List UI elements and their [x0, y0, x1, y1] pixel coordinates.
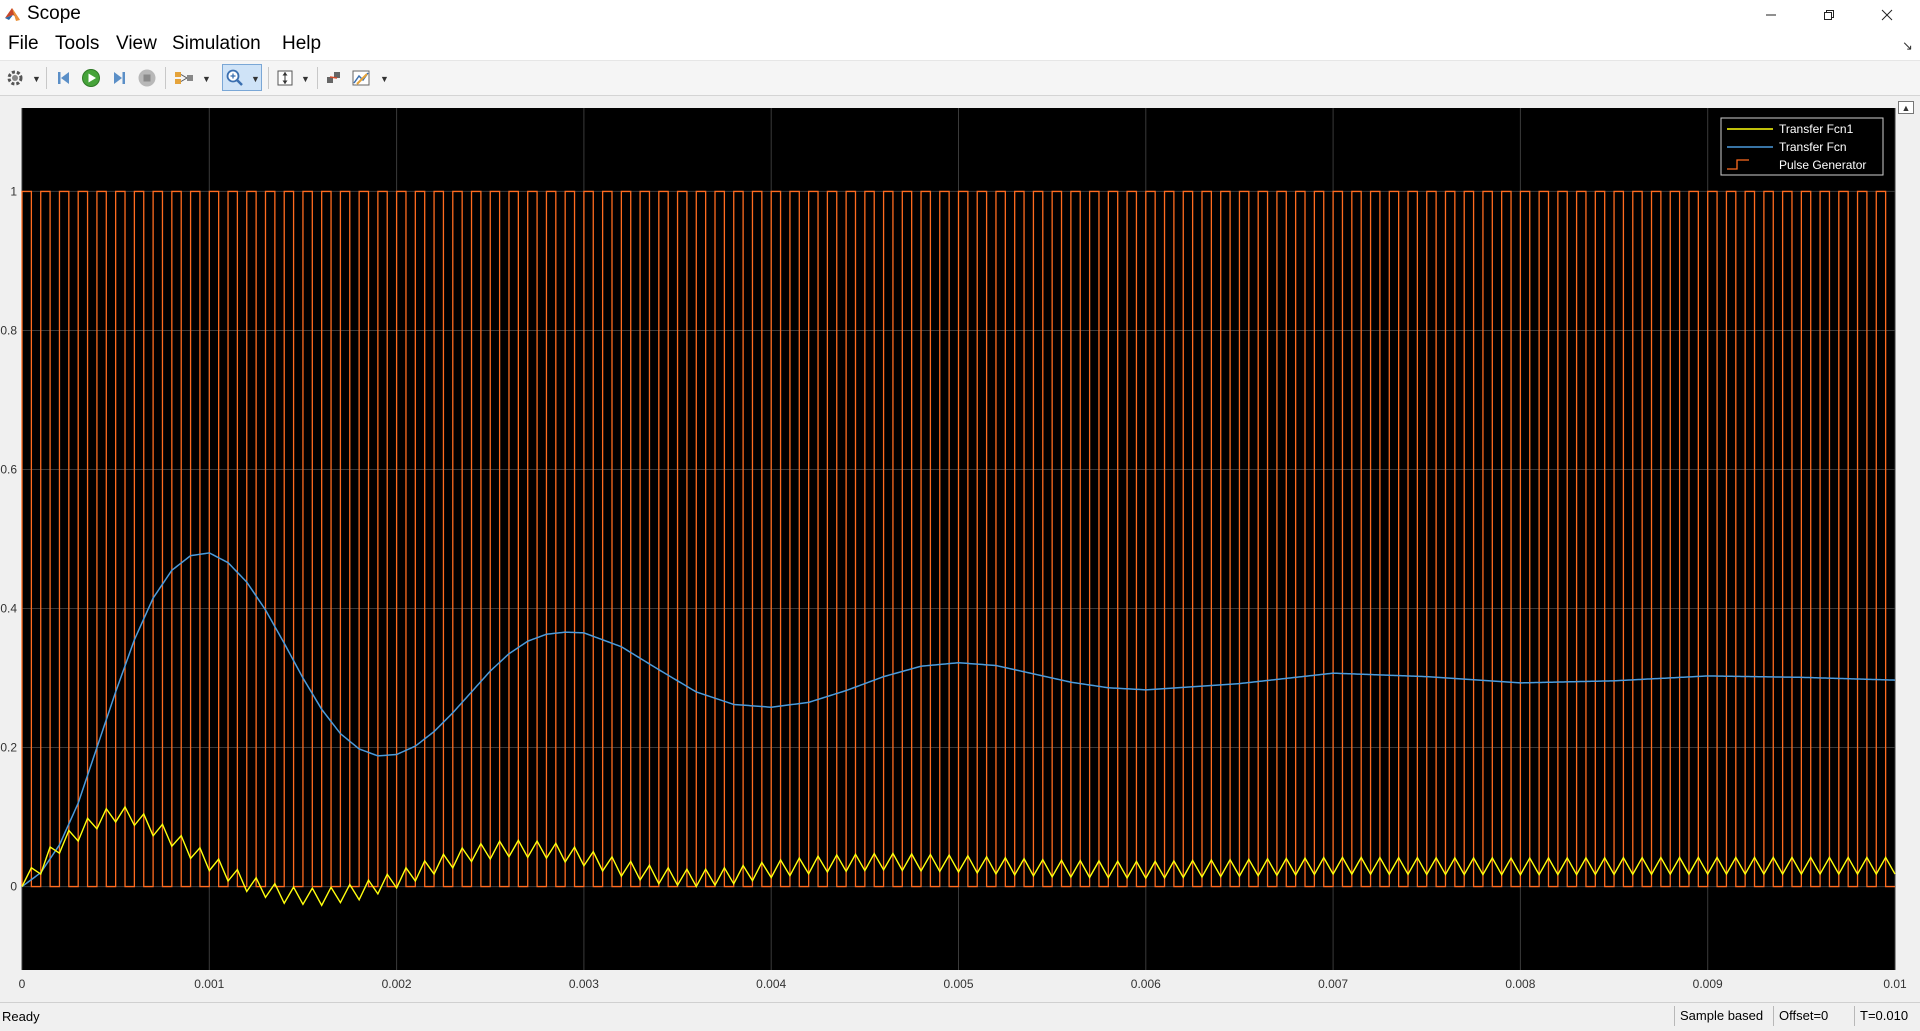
scope-chart[interactable]: 0 0.001 0.002 0.003 0.004 0.005 0.006 0.007 0.00… — [0, 96, 1920, 1002]
x-tick-label: 0 — [19, 977, 26, 991]
y-tick-label: 0 — [10, 880, 17, 894]
close-button[interactable] — [1858, 0, 1916, 30]
zoom-dropdown-icon[interactable]: ▼ — [251, 74, 260, 84]
menu-help[interactable]: Help — [282, 33, 321, 55]
status-sample-mode: Sample based — [1674, 1006, 1768, 1026]
stop-icon — [138, 69, 156, 87]
stop-button[interactable] — [136, 66, 158, 90]
x-tick-label: 0.002 — [382, 977, 412, 991]
legend-label: Pulse Generator — [1779, 158, 1866, 172]
autoscale-dropdown-icon[interactable]: ▼ — [301, 74, 310, 84]
minimize-icon — [1766, 14, 1776, 16]
restore-button[interactable] — [1800, 0, 1858, 30]
status-offset: Offset=0 — [1773, 1006, 1833, 1026]
y-tick-label: 0.2 — [0, 741, 17, 755]
x-tick-label: 0.005 — [943, 977, 973, 991]
signal-selector-icon — [175, 72, 193, 84]
step-forward-button[interactable] — [108, 66, 130, 90]
autoscale-icon — [277, 70, 293, 86]
title-bar: Scope — [0, 0, 1920, 30]
x-tick-label: 0.001 — [194, 977, 224, 991]
measure-dropdown-icon[interactable]: ▼ — [380, 74, 389, 84]
cursor-measure-icon — [352, 70, 370, 86]
y-tick-label: 0.4 — [0, 602, 17, 616]
legend-label: Transfer Fcn — [1779, 140, 1847, 154]
menu-view[interactable]: View — [116, 33, 157, 55]
cursor-measure-button[interactable] — [350, 66, 374, 90]
step-back-button[interactable] — [53, 66, 75, 90]
restore-icon — [1824, 10, 1834, 20]
status-time: T=0.010 — [1854, 1006, 1913, 1026]
y-tick-label: 0.8 — [0, 323, 17, 337]
signal-dropdown-icon[interactable]: ▼ — [202, 74, 211, 84]
status-bar: Ready Sample based Offset=0 T=0.010 — [0, 1002, 1920, 1031]
run-icon — [82, 69, 100, 87]
toolbar-separator — [268, 67, 269, 89]
series-pulse-generator — [21, 190, 1895, 888]
x-tick-label: 0.01 — [1883, 977, 1907, 991]
zoom-button[interactable] — [224, 66, 246, 90]
x-tick-label: 0.004 — [756, 977, 786, 991]
y-tick-label: 0.6 — [0, 462, 17, 476]
settings-button[interactable] — [4, 66, 26, 90]
y-tick-label: 1 — [10, 184, 17, 198]
undock-icon[interactable]: ↘ — [1902, 38, 1913, 54]
x-tick-label: 0.007 — [1318, 977, 1348, 991]
x-tick-label: 0.003 — [569, 977, 599, 991]
run-button[interactable] — [80, 66, 102, 90]
highlight-button[interactable] — [323, 66, 345, 90]
menu-file[interactable]: File — [8, 33, 39, 55]
settings-dropdown-icon[interactable]: ▼ — [32, 74, 41, 84]
minimize-button[interactable] — [1742, 0, 1800, 30]
highlight-icon — [327, 72, 340, 83]
menu-simulation[interactable]: Simulation — [172, 33, 261, 55]
toolbar-separator — [46, 67, 47, 89]
series-lines — [21, 190, 1896, 907]
close-icon — [1881, 9, 1893, 21]
menu-tools[interactable]: Tools — [55, 33, 99, 55]
toolbar-separator — [165, 67, 166, 89]
x-tick-label: 0.009 — [1693, 977, 1723, 991]
x-tick-label: 0.008 — [1505, 977, 1535, 991]
zoom-icon — [226, 69, 243, 86]
autoscale-button[interactable] — [274, 66, 296, 90]
step-forward-icon — [114, 72, 125, 84]
x-tick-label: 0.006 — [1131, 977, 1161, 991]
step-back-icon — [58, 72, 69, 84]
axes-collapse-button[interactable]: ▲ — [1898, 101, 1914, 114]
legend[interactable]: Transfer Fcn1 Transfer Fcn Pulse Generator — [1720, 117, 1884, 176]
window-title: Scope — [27, 3, 81, 24]
signal-selector-button[interactable] — [172, 66, 196, 90]
legend-label: Transfer Fcn1 — [1779, 122, 1854, 136]
matlab-logo-icon — [5, 8, 20, 21]
toolbar: ▼ ▼ ▼ ▼ ▼ — [0, 61, 1920, 96]
toolbar-separator — [317, 67, 318, 89]
menu-bar: File Tools View Simulation Help ↘ — [0, 30, 1920, 61]
settings-icon — [7, 70, 23, 86]
status-ready: Ready — [2, 1009, 40, 1024]
scope-display[interactable]: 0 0.001 0.002 0.003 0.004 0.005 0.006 0.007 0.00… — [0, 96, 1920, 1002]
